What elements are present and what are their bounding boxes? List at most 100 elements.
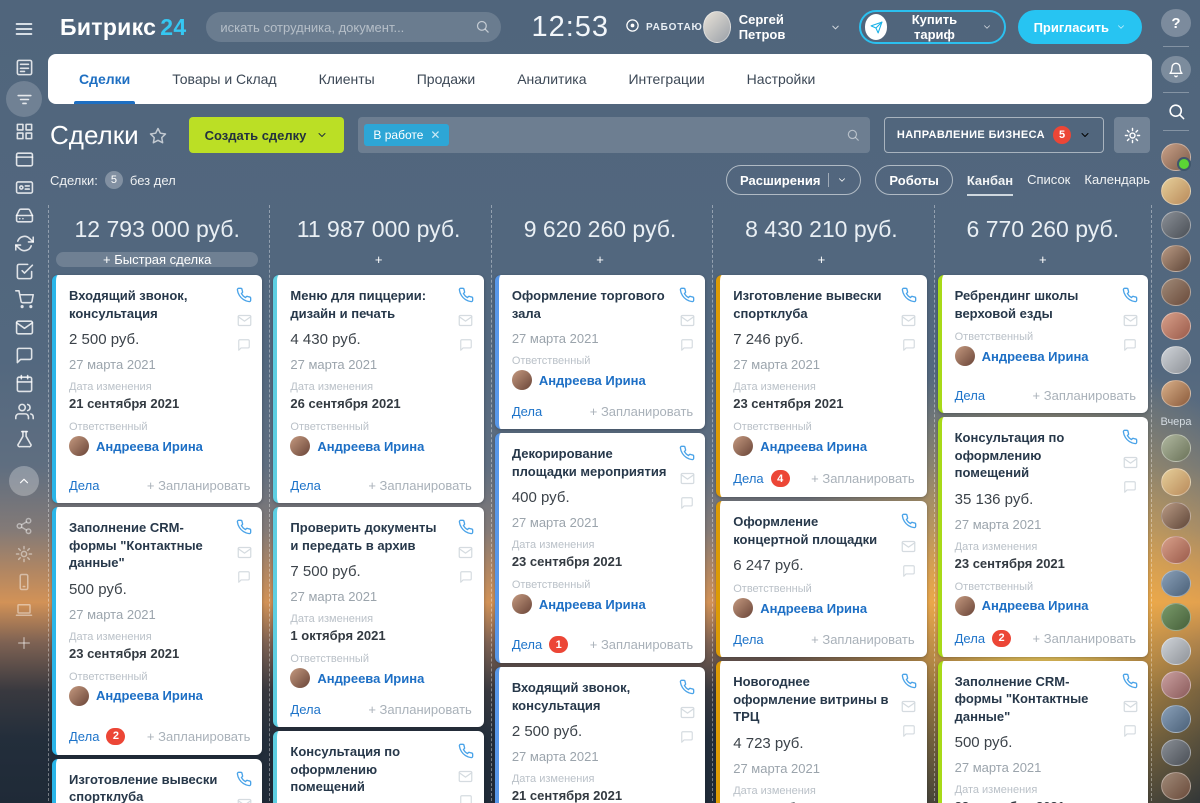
plan-link[interactable]: + Запланировать (368, 478, 471, 493)
mail-icon[interactable] (680, 705, 695, 720)
notifications-bell-icon[interactable] (1161, 56, 1191, 84)
deal-title[interactable]: Оформление концертной площадки (733, 513, 914, 548)
quick-deal-button[interactable]: + Быстрая сделка (56, 252, 258, 267)
search-people-icon[interactable] (1167, 102, 1186, 121)
filter-bar[interactable]: В работе ✕ (358, 117, 869, 153)
view-kanban[interactable]: Канбан (967, 173, 1013, 196)
mail-icon[interactable] (1123, 455, 1138, 470)
mail-icon[interactable] (458, 313, 473, 328)
deal-card[interactable]: Меню для пиццерии: дизайн и печать 4 430… (273, 275, 483, 503)
todos-link[interactable]: Дела (290, 478, 320, 493)
deal-card[interactable]: Консультация по оформлению помещений 35 … (938, 417, 1148, 657)
comment-icon[interactable] (1123, 480, 1137, 494)
comment-icon[interactable] (237, 338, 251, 352)
avatar[interactable] (1161, 637, 1191, 665)
phone-icon[interactable] (1122, 287, 1138, 303)
tab-analytics[interactable]: Аналитика (496, 54, 607, 104)
add-plus-icon[interactable] (6, 629, 42, 657)
comment-icon[interactable] (680, 496, 694, 510)
robots-button[interactable]: Роботы (875, 165, 952, 195)
desktop-laptop-icon[interactable] (6, 596, 42, 624)
deal-title[interactable]: Заполнение CRM-формы "Контактные данные" (69, 519, 250, 572)
deal-card[interactable]: Входящий звонок, консультация 2 500 руб.… (52, 275, 262, 503)
tab-sales[interactable]: Продажи (396, 54, 496, 104)
phone-icon[interactable] (679, 679, 695, 695)
board-settings-gear-icon[interactable] (1114, 117, 1150, 153)
avatar[interactable] (1161, 739, 1191, 767)
mail-icon[interactable] (458, 769, 473, 784)
responsible-link[interactable]: Андреева Ирина (539, 597, 646, 612)
phone-icon[interactable] (901, 287, 917, 303)
responsible-link[interactable]: Андреева Ирина (982, 349, 1089, 364)
mail-icon[interactable] (237, 545, 252, 560)
phone-icon[interactable] (679, 287, 695, 303)
responsible-link[interactable]: Андреева Ирина (96, 439, 203, 454)
business-direction-button[interactable]: НАПРАВЛЕНИЕ БИЗНЕСА 5 (884, 117, 1104, 153)
work-clock[interactable]: 12:53 (531, 11, 609, 44)
mail-icon[interactable] (901, 313, 916, 328)
sites-window-icon[interactable] (6, 145, 42, 173)
avatar[interactable] (1161, 380, 1191, 408)
plan-link[interactable]: + Запланировать (590, 637, 693, 652)
todos-link[interactable]: Дела (69, 478, 99, 493)
deal-title[interactable]: Входящий звонок, консультация (69, 287, 250, 322)
plan-link[interactable]: + Запланировать (811, 471, 914, 486)
avatar[interactable] (1161, 278, 1191, 306)
deal-card[interactable]: Заполнение CRM-формы "Контактные данные"… (52, 507, 262, 755)
deal-card[interactable]: Оформление концертной площадки 6 247 руб… (716, 501, 926, 657)
mail-icon[interactable] (680, 471, 695, 486)
mail-icon[interactable] (901, 539, 916, 554)
deal-card[interactable]: Ребрендинг школы верховой езды Ответстве… (938, 275, 1148, 413)
deal-card[interactable]: Входящий звонок, консультация 2 500 руб.… (495, 667, 705, 803)
deal-card[interactable]: Изготовление вывески спортклуба 7 246 ру… (52, 759, 262, 803)
deal-card[interactable]: Новогоднее оформление витрины в ТРЦ 4 72… (716, 661, 926, 803)
apps-grid-icon[interactable] (6, 117, 42, 145)
tab-settings[interactable]: Настройки (726, 54, 837, 104)
plan-link[interactable]: + Запланировать (1033, 631, 1136, 646)
add-deal-button[interactable]: + (499, 252, 701, 267)
avatar[interactable] (1161, 536, 1191, 564)
filter-chip[interactable]: В работе ✕ (364, 124, 449, 146)
responsible-link[interactable]: Андреева Ирина (539, 373, 646, 388)
phone-icon[interactable] (1122, 429, 1138, 445)
mail-icon[interactable] (1123, 699, 1138, 714)
responsible-link[interactable]: Андреева Ирина (317, 439, 424, 454)
tab-deals[interactable]: Сделки (58, 54, 151, 104)
avatar[interactable] (1161, 772, 1191, 800)
phone-icon[interactable] (679, 445, 695, 461)
comment-icon[interactable] (680, 730, 694, 744)
mail-icon[interactable] (458, 545, 473, 560)
work-status[interactable]: РАБОТАЮ (625, 18, 703, 36)
todos-link[interactable]: Дела (512, 404, 542, 419)
todos-link[interactable]: Дела (955, 631, 985, 646)
bitrix24-logo[interactable]: Битрикс24 (60, 14, 186, 41)
mail-icon[interactable] (237, 797, 252, 803)
comment-icon[interactable] (459, 338, 473, 352)
user-avatar[interactable] (703, 11, 731, 43)
help-icon[interactable]: ? (1161, 9, 1191, 37)
menu-hamburger-icon[interactable] (14, 19, 34, 39)
deal-title[interactable]: Изготовление вывески спортклуба (69, 771, 250, 803)
deal-title[interactable]: Консультация по оформлению помещений (955, 429, 1136, 482)
add-deal-button[interactable]: + (277, 252, 479, 267)
responsible-link[interactable]: Андреева Ирина (982, 598, 1089, 613)
comment-icon[interactable] (902, 338, 916, 352)
responsible-link[interactable]: Андреева Ирина (317, 671, 424, 686)
todos-link[interactable]: Дела (733, 471, 763, 486)
phone-icon[interactable] (236, 519, 252, 535)
comment-icon[interactable] (459, 570, 473, 584)
phone-icon[interactable] (236, 287, 252, 303)
tab-clients[interactable]: Клиенты (298, 54, 396, 104)
tasks-check-icon[interactable] (6, 257, 42, 285)
mobile-phone-icon[interactable] (6, 568, 42, 596)
todos-link[interactable]: Дела (512, 637, 542, 652)
plan-link[interactable]: + Запланировать (590, 404, 693, 419)
deal-card[interactable]: Оформление торгового зала 27 марта 2021 … (495, 275, 705, 429)
deal-title[interactable]: Оформление торгового зала (512, 287, 693, 322)
deal-title[interactable]: Заполнение CRM-формы "Контактные данные" (955, 673, 1136, 726)
deal-card[interactable]: Консультация по оформлению помещений 35 … (273, 731, 483, 803)
plan-link[interactable]: + Запланировать (368, 702, 471, 717)
phone-icon[interactable] (236, 771, 252, 787)
phone-icon[interactable] (901, 673, 917, 689)
extensions-button[interactable]: Расширения (726, 165, 861, 195)
